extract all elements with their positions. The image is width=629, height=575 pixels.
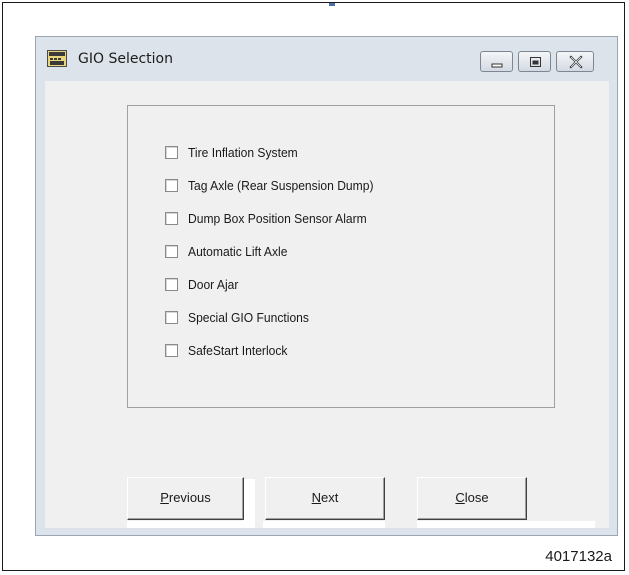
gio-selection-window: GIO Selection Tire Inflation System Tag … xyxy=(35,36,618,536)
strip xyxy=(417,521,595,528)
option-label: Door Ajar xyxy=(188,276,239,292)
option-label: Special GIO Functions xyxy=(188,309,309,325)
button-label: lose xyxy=(464,490,489,505)
strip xyxy=(243,479,255,528)
option-label: Tag Axle (Rear Suspension Dump) xyxy=(188,177,374,193)
checkbox[interactable] xyxy=(165,244,178,258)
figure-caption: 4017132a xyxy=(545,548,612,565)
app-window-icon xyxy=(47,50,67,67)
maximize-icon xyxy=(530,57,541,67)
maximize-button[interactable] xyxy=(518,51,551,72)
option-safestart-interlock[interactable]: SafeStart Interlock xyxy=(165,342,295,358)
close-button[interactable]: Close xyxy=(417,477,527,520)
strip xyxy=(127,521,243,528)
button-label: ext xyxy=(321,490,339,505)
checkbox[interactable] xyxy=(165,178,178,192)
previous-button[interactable]: Previous xyxy=(127,477,244,520)
option-automatic-lift-axle[interactable]: Automatic Lift Axle xyxy=(165,243,295,259)
option-label: SafeStart Interlock xyxy=(188,342,288,358)
options-group-box: Tire Inflation System Tag Axle (Rear Sus… xyxy=(127,105,555,408)
option-tag-axle[interactable]: Tag Axle (Rear Suspension Dump) xyxy=(165,177,387,193)
minimize-icon xyxy=(491,63,503,68)
next-button[interactable]: Next xyxy=(265,477,385,520)
frame-notch xyxy=(329,3,335,6)
window-title: GIO Selection xyxy=(78,51,173,67)
title-bar[interactable]: GIO Selection xyxy=(36,37,617,81)
option-label: Tire Inflation System xyxy=(188,144,298,160)
option-dump-box-position-sensor-alarm[interactable]: Dump Box Position Sensor Alarm xyxy=(165,210,380,226)
close-icon xyxy=(569,55,583,69)
dialog-client-area: Tire Inflation System Tag Axle (Rear Sus… xyxy=(45,81,609,528)
close-window-button[interactable] xyxy=(556,51,594,72)
accel-key: C xyxy=(455,490,465,505)
checkbox[interactable] xyxy=(165,310,178,324)
option-special-gio-functions[interactable]: Special GIO Functions xyxy=(165,309,318,325)
option-tire-inflation-system[interactable]: Tire Inflation System xyxy=(165,144,306,160)
option-label: Automatic Lift Axle xyxy=(188,243,288,259)
strip xyxy=(263,521,385,528)
minimize-button[interactable] xyxy=(480,51,513,72)
checkbox[interactable] xyxy=(165,277,178,291)
option-label: Dump Box Position Sensor Alarm xyxy=(188,210,367,226)
checkbox[interactable] xyxy=(165,343,178,357)
button-label: revious xyxy=(168,490,211,505)
checkbox[interactable] xyxy=(165,211,178,225)
option-door-ajar[interactable]: Door Ajar xyxy=(165,276,242,292)
checkbox[interactable] xyxy=(165,145,178,159)
accel-key: P xyxy=(160,490,169,505)
accel-key: N xyxy=(311,490,322,505)
figure-frame: GIO Selection Tire Inflation System Tag … xyxy=(2,2,625,571)
